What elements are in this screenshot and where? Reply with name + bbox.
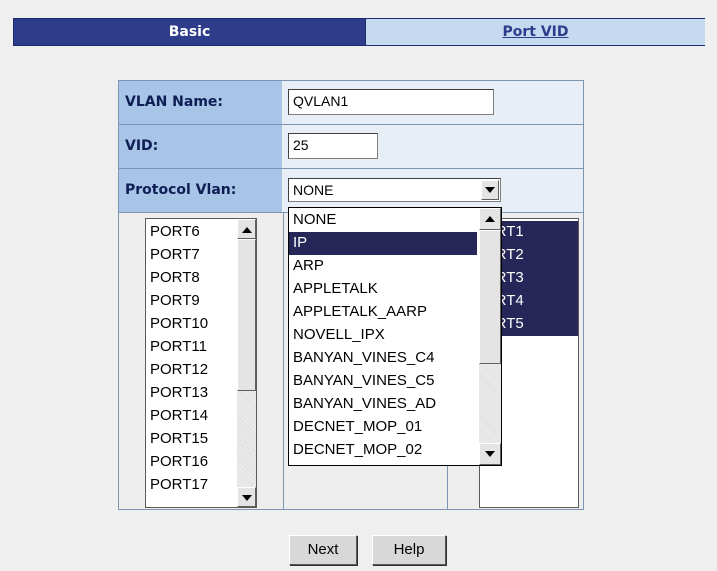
- available-ports-list[interactable]: PORT6 PORT7 PORT8 PORT9 PORT10 PORT11 PORT12 PO…: [145, 218, 257, 508]
- dropdown-scrollbar[interactable]: [479, 208, 501, 465]
- chevron-down-icon[interactable]: [481, 180, 499, 200]
- vid-cell: 25: [283, 125, 583, 168]
- tab-basic[interactable]: Basic: [14, 19, 365, 45]
- available-port-item[interactable]: PORT9: [146, 290, 238, 313]
- protocol-option[interactable]: DECNET_MOP_02: [289, 439, 477, 462]
- scroll-down-button[interactable]: [237, 487, 256, 507]
- available-port-item[interactable]: PORT14: [146, 405, 238, 428]
- protocol-option[interactable]: APPLETALK_AARP: [289, 301, 477, 324]
- protocol-option[interactable]: DECNET_MOP_01: [289, 416, 477, 439]
- vid-input[interactable]: 25: [288, 133, 378, 159]
- protocol-vlan-cell: NONE: [283, 169, 583, 212]
- vlan-name-label: VLAN Name:: [119, 81, 282, 124]
- scroll-thumb[interactable]: [479, 230, 501, 364]
- vlan-name-input[interactable]: QVLAN1: [288, 89, 494, 115]
- available-port-item[interactable]: PORT12: [146, 359, 238, 382]
- available-ports-scrollbar[interactable]: [237, 219, 256, 507]
- help-button[interactable]: Help: [372, 535, 446, 565]
- protocol-option[interactable]: APPLETALK: [289, 278, 477, 301]
- protocol-option[interactable]: ARP: [289, 255, 477, 278]
- next-button[interactable]: Next: [289, 535, 357, 565]
- available-port-item[interactable]: PORT16: [146, 451, 238, 474]
- protocol-vlan-dropdown[interactable]: NONE IP ARP APPLETALK APPLETALK_AARP NOVELL_I…: [288, 207, 502, 466]
- vlan-form: VLAN Name: QVLAN1 VID: 25 Protocol Vlan:…: [118, 80, 584, 510]
- protocol-option[interactable]: NOVELL_IPX: [289, 324, 477, 347]
- available-port-item[interactable]: PORT10: [146, 313, 238, 336]
- protocol-option[interactable]: IP: [289, 232, 477, 255]
- available-port-item[interactable]: PORT7: [146, 244, 238, 267]
- vid-label: VID:: [119, 125, 282, 168]
- tab-port-vid[interactable]: Port VID: [365, 19, 705, 45]
- column-divider: [283, 213, 284, 509]
- protocol-option[interactable]: BANYAN_VINES_AD: [289, 393, 477, 416]
- protocol-vlan-label: Protocol Vlan:: [119, 169, 282, 212]
- available-port-item[interactable]: PORT8: [146, 267, 238, 290]
- available-port-item[interactable]: PORT17: [146, 474, 238, 497]
- tab-bar: Basic Port VID: [13, 18, 705, 46]
- scroll-thumb[interactable]: [237, 239, 256, 391]
- protocol-vlan-select[interactable]: NONE: [288, 178, 501, 202]
- scroll-up-button[interactable]: [237, 219, 256, 239]
- protocol-vlan-selected: NONE: [293, 182, 334, 198]
- available-port-item[interactable]: PORT15: [146, 428, 238, 451]
- vlan-name-cell: QVLAN1: [283, 81, 583, 124]
- available-port-item[interactable]: PORT6: [146, 221, 238, 244]
- scroll-down-button[interactable]: [479, 443, 501, 465]
- available-port-item[interactable]: PORT11: [146, 336, 238, 359]
- protocol-option[interactable]: NONE: [289, 209, 477, 232]
- protocol-option[interactable]: BANYAN_VINES_C5: [289, 370, 477, 393]
- protocol-option[interactable]: BANYAN_VINES_C4: [289, 347, 477, 370]
- available-port-item[interactable]: PORT13: [146, 382, 238, 405]
- scroll-up-button[interactable]: [479, 208, 501, 230]
